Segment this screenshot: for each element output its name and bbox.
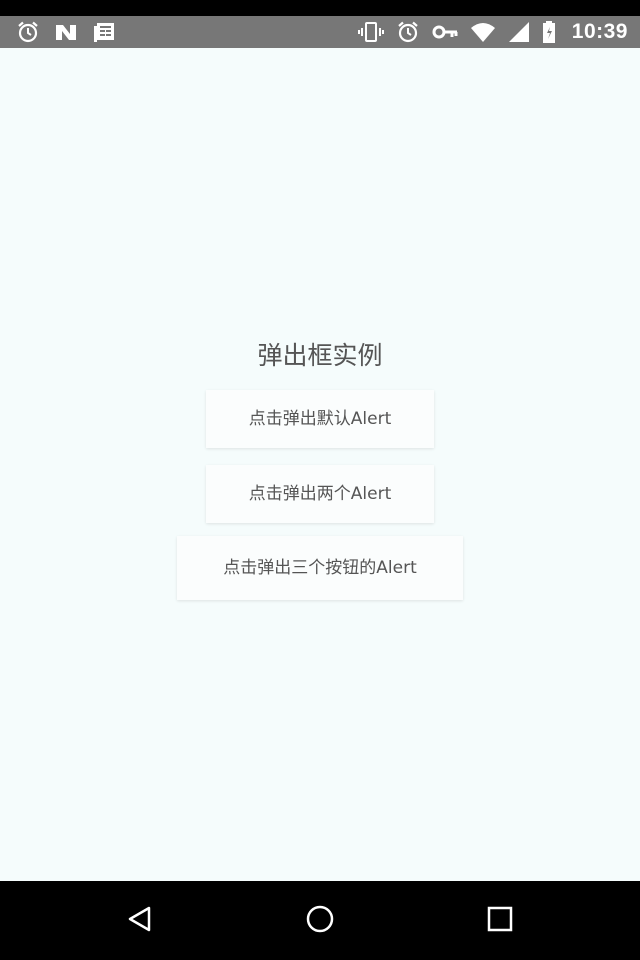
back-button[interactable]	[110, 891, 170, 951]
alarm-icon	[16, 20, 40, 44]
app-screen: 10:39 弹出框实例 点击弹出默认Alert 点击弹出两个Alert 点击弹出…	[0, 0, 640, 960]
alarm-icon	[396, 20, 420, 44]
wifi-icon	[470, 20, 496, 44]
navigation-bar	[0, 881, 640, 960]
main-content: 弹出框实例 点击弹出默认Alert 点击弹出两个Alert 点击弹出三个按钮的A…	[0, 48, 640, 881]
recents-icon	[486, 905, 514, 937]
status-bar: 10:39	[0, 0, 640, 48]
back-icon	[126, 905, 154, 937]
page-title: 弹出框实例	[257, 341, 383, 370]
default-alert-button[interactable]: 点击弹出默认Alert	[206, 390, 434, 448]
battery-icon	[542, 20, 556, 44]
status-left-icons	[16, 16, 116, 48]
recents-button[interactable]	[470, 891, 530, 951]
home-icon	[305, 904, 335, 938]
status-right-icons: 10:39	[357, 16, 628, 48]
news-icon	[92, 20, 116, 44]
vibrate-icon	[357, 20, 384, 44]
home-button[interactable]	[290, 891, 350, 951]
three-button-alert-button[interactable]: 点击弹出三个按钮的Alert	[177, 536, 463, 600]
signal-icon	[508, 20, 530, 44]
clock-time: 10:39	[571, 20, 628, 43]
n-notification-icon	[54, 20, 78, 44]
two-button-alert-button[interactable]: 点击弹出两个Alert	[206, 465, 434, 523]
key-icon	[432, 20, 458, 44]
